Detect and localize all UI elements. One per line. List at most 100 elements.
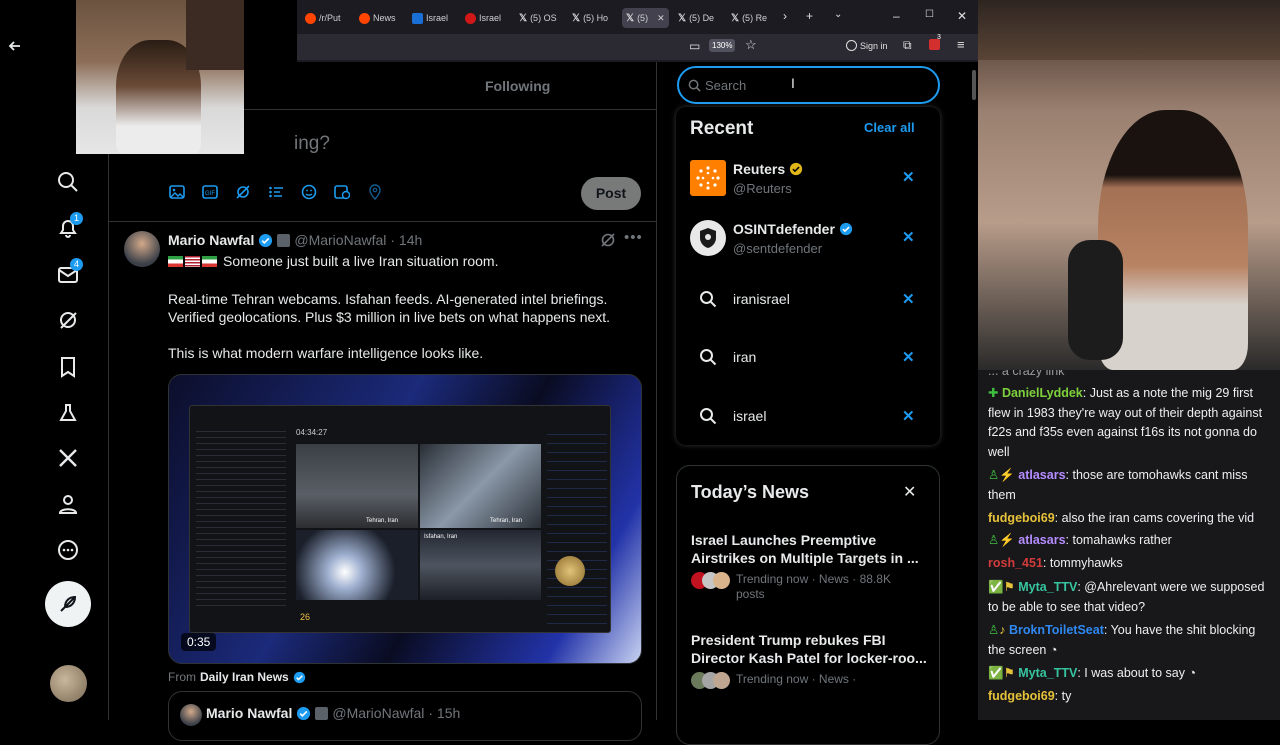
compose-placeholder[interactable]: ing? (294, 133, 330, 155)
search-input[interactable] (705, 77, 905, 93)
tweet-more-icon[interactable]: ••• (624, 229, 643, 246)
affiliate-badge-icon (315, 706, 329, 720)
quoted-time: · 15h (428, 705, 461, 721)
remove-recent-iran-icon[interactable]: ✕ (902, 348, 915, 366)
browser-tab[interactable]: 𝕏 (5) Ho (572, 8, 608, 28)
remove-recent-israel-icon[interactable]: ✕ (902, 407, 915, 425)
video-cam-1-label: Tehran, Iran (366, 518, 399, 524)
grok-icon[interactable] (54, 306, 82, 334)
tweet-text-3: Verified geolocations. Plus $3 million i… (168, 309, 611, 325)
tweet-time[interactable]: · 14h (390, 232, 422, 248)
remove-recent-iranisrael-icon[interactable]: ✕ (902, 290, 915, 308)
notifications-badge: 1 (70, 212, 83, 225)
search-icon (688, 79, 701, 92)
remove-recent-reuters-icon[interactable]: ✕ (902, 168, 915, 186)
menu-icon[interactable]: ≡ (957, 37, 965, 52)
browser-tab[interactable]: 𝕏 (5) De (678, 8, 714, 28)
news-meta-line1: Trending now · News · (736, 672, 857, 686)
reader-view-icon[interactable]: ▭ (689, 39, 700, 53)
extension-badge: 3 (937, 34, 941, 41)
minimize-icon[interactable]: – (893, 9, 900, 23)
bookmark-star-icon[interactable]: ☆ (745, 37, 757, 53)
extensions-icon[interactable]: ⧉ (903, 38, 912, 53)
more-icon[interactable] (54, 536, 82, 564)
back-arrow-icon[interactable] (2, 32, 28, 60)
recent-account-osintdefender[interactable]: OSINTdefender @sentdefender ✕ (676, 212, 940, 268)
chat-fragment: ... a crazy link (988, 370, 1065, 378)
sidebar-right: I Recent Clear all Reuters @Reuters ✕ OS… (657, 62, 978, 745)
browser-tab[interactable]: 𝕏 (5) Re (731, 8, 767, 28)
chat-message: ♙⚡ atlasars: those are tomohawks cant mi… (988, 468, 1248, 502)
explore-icon[interactable] (54, 168, 82, 196)
quoted-tweet[interactable]: Mario Nawfal @MarioNawfal · 15h (168, 691, 642, 741)
search-box[interactable] (677, 66, 940, 104)
scrollbar[interactable] (972, 70, 976, 100)
sign-in-button[interactable]: Sign in (846, 40, 888, 51)
gold-verified-badge-icon (790, 162, 803, 176)
schedule-icon[interactable] (334, 184, 350, 200)
osintdefender-handle: @sentdefender (733, 241, 823, 256)
reuters-logo-icon (690, 160, 726, 196)
news-item-1[interactable]: Israel Launches Preemptive Airstrikes on… (691, 531, 931, 602)
webcam-background (186, 0, 244, 70)
tweet-handle[interactable]: @MarioNawfal (294, 232, 386, 248)
browser-tab[interactable]: 𝕏 (5) OS (519, 8, 557, 28)
compose-toolbar: GIF (169, 184, 383, 200)
jobs-icon[interactable] (54, 399, 82, 427)
tab-following[interactable]: Following (485, 78, 550, 94)
tweet-author[interactable]: Mario Nawfal (168, 232, 254, 248)
browser-tab[interactable]: Israel (412, 8, 448, 28)
quoted-avatar (180, 704, 202, 726)
recent-account-reuters[interactable]: Reuters @Reuters ✕ (676, 152, 940, 208)
browser-tab[interactable]: News (359, 8, 396, 28)
x-premium-icon[interactable] (54, 444, 82, 472)
tweet-video[interactable]: 04:34:27 Tehran, Iran Tehran, Iran Isfah… (168, 374, 642, 664)
media-icon[interactable] (169, 184, 185, 200)
emoji-icon[interactable] (301, 184, 317, 200)
close-news-icon[interactable]: ✕ (903, 482, 916, 502)
source-avatar (713, 672, 730, 689)
reuters-name-row: Reuters (733, 161, 803, 177)
scroll-tabs-right-icon[interactable]: › (783, 9, 787, 23)
x-favicon-icon: 𝕏 (731, 12, 740, 24)
clear-all-button[interactable]: Clear all (864, 120, 915, 135)
tweet-avatar[interactable] (124, 231, 160, 267)
video-source-name[interactable]: Daily Iran News (200, 670, 289, 684)
url-bar[interactable]: ▭ 130% ☆ Sign in ⧉ 3 ≡ (297, 34, 978, 60)
video-cam-4-label: Isfahan, Iran (424, 534, 458, 540)
browser-tab[interactable]: Israel (465, 8, 501, 28)
stream-chat: ... a crazy link ✚ DanielLyddek: Just as… (978, 370, 1280, 720)
grok-analyze-icon[interactable] (600, 232, 616, 248)
profile-icon[interactable] (54, 490, 82, 518)
tab-list-icon[interactable]: ⌄ (834, 9, 842, 20)
recent-query-israel[interactable]: israel ✕ (676, 388, 940, 444)
post-button[interactable]: Post (581, 177, 641, 210)
bookmarks-icon[interactable] (54, 353, 82, 381)
maximize-icon[interactable]: ☐ (925, 9, 934, 20)
x-favicon-icon: 𝕏 (626, 12, 635, 24)
search-dropdown: Recent Clear all Reuters @Reuters ✕ OSIN… (676, 107, 940, 445)
zoom-level[interactable]: 130% (709, 39, 736, 52)
video-cam-3 (296, 530, 418, 600)
remove-recent-osintdefender-icon[interactable]: ✕ (902, 228, 915, 246)
location-icon[interactable] (367, 184, 383, 200)
x-favicon-icon: 𝕏 (678, 12, 687, 24)
chat-message: ✅⚑ Myta_TTV: @Ahrelevant were we suppose… (988, 580, 1265, 614)
close-window-icon[interactable]: ✕ (957, 9, 967, 23)
tweet-text-1: Someone just built a live Iran situation… (223, 253, 499, 269)
recent-query-iran[interactable]: iran ✕ (676, 329, 940, 385)
browser-tab[interactable]: /r/Put (305, 8, 341, 28)
reuters-handle: @Reuters (733, 181, 792, 196)
browser-tab-active[interactable]: 𝕏 (5) ✕ (622, 8, 669, 28)
new-tab-icon[interactable]: + (806, 9, 813, 23)
gif-icon[interactable]: GIF (202, 184, 218, 200)
chat-message: fudgeboi69: ty (988, 689, 1072, 703)
close-tab-icon[interactable]: ✕ (657, 13, 665, 24)
compose-post-button[interactable] (45, 581, 91, 627)
grok-compose-icon[interactable] (235, 184, 251, 200)
account-avatar[interactable] (50, 665, 87, 702)
poll-icon[interactable] (268, 184, 284, 200)
news-item-2[interactable]: President Trump rebukes FBI Director Kas… (691, 631, 931, 689)
video-source-prefix: From (168, 670, 196, 684)
recent-query-iranisrael[interactable]: iranisrael ✕ (676, 271, 940, 327)
